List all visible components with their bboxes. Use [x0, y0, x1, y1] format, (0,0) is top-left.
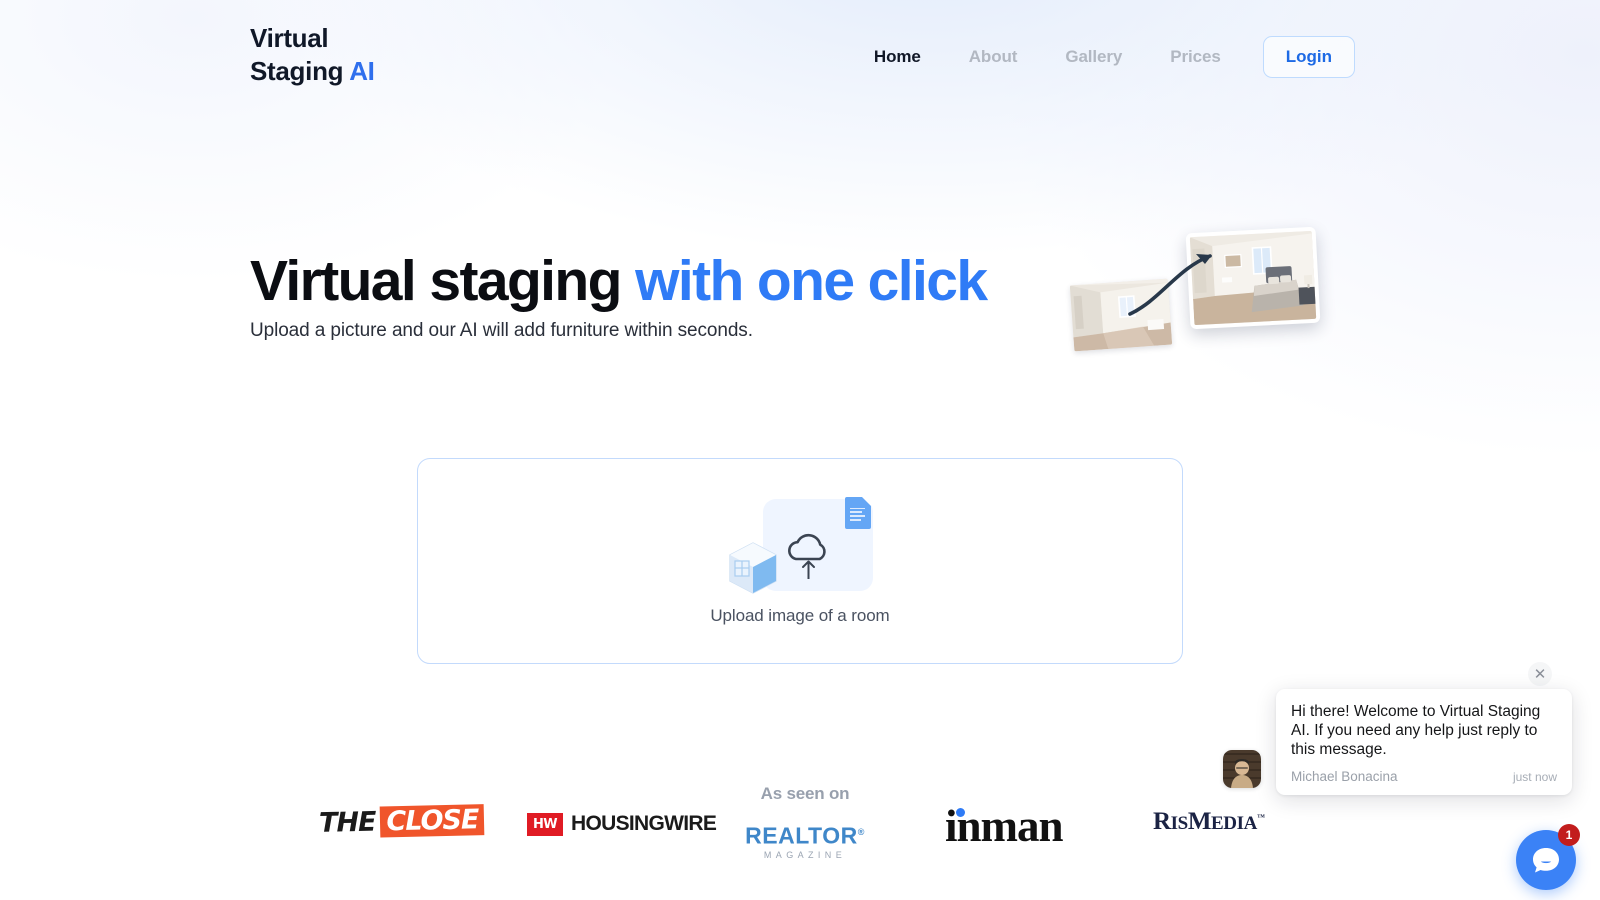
logo-ai-accent: AI	[349, 56, 375, 86]
logo-rismedia: RISMEDIA™	[1153, 808, 1265, 835]
rismedia-trademark: ™	[1256, 812, 1265, 822]
hero-subtitle: Upload a picture and our AI will add fur…	[250, 320, 753, 341]
chat-avatar	[1223, 750, 1261, 788]
nav-item-home[interactable]: Home	[850, 47, 945, 67]
upload-illustration	[729, 496, 873, 602]
logo-housingwire: HW HOUSINGWIRE	[527, 812, 717, 836]
as-seen-on-label: As seen on	[760, 784, 850, 803]
hero-illustration	[1060, 220, 1360, 380]
chat-unread-badge: 1	[1558, 824, 1580, 846]
realtor-magazine-sub: MAGAZINE	[763, 849, 847, 860]
document-icon	[845, 496, 871, 529]
hero-title: Virtual staging with one click	[250, 249, 988, 313]
chat-bubble-icon	[1533, 848, 1559, 873]
housingwire-badge: HW	[527, 812, 564, 836]
upload-label: Upload image of a room	[710, 605, 890, 625]
site-header: Virtual Staging AI Home About Gallery Pr…	[0, 0, 1600, 112]
nav-item-gallery[interactable]: Gallery	[1041, 47, 1146, 67]
site-logo[interactable]: Virtual Staging AI	[250, 22, 375, 88]
chat-timestamp: just now	[1512, 770, 1557, 784]
chat-close-icon[interactable]: ✕	[1528, 662, 1552, 686]
room-cube-icon	[729, 541, 777, 594]
realtor-word: REALTOR®	[745, 822, 865, 849]
page-root: Virtual Staging AI Home About Gallery Pr…	[0, 0, 1600, 900]
as-seen-on-group: As seen on REALTOR® MAGAZINE	[745, 784, 865, 860]
logo-inman: inman	[945, 800, 1064, 852]
realtor-trademark: ®	[857, 827, 865, 837]
chat-author: Michael Bonacina	[1291, 769, 1398, 784]
nav-item-prices[interactable]: Prices	[1146, 47, 1244, 67]
login-button[interactable]: Login	[1262, 36, 1355, 78]
chat-message-card[interactable]: Hi there! Welcome to Virtual Staging AI.…	[1276, 689, 1572, 795]
nav-item-about[interactable]: About	[945, 47, 1042, 67]
the-close-word2: CLOSE	[380, 804, 485, 838]
housingwire-word: HOUSINGWIRE	[571, 812, 717, 835]
main-nav: Home About Gallery Prices Login	[850, 36, 1355, 78]
curved-arrow-icon	[1128, 254, 1212, 316]
inman-dot-icon	[956, 808, 965, 817]
hero-title-plain: Virtual staging	[250, 249, 636, 313]
chat-message-text: Hi there! Welcome to Virtual Staging AI.…	[1291, 703, 1541, 758]
upload-dropzone[interactable]: Upload image of a room	[417, 458, 1183, 664]
logo-the-close: THE CLOSE	[319, 804, 485, 839]
hero-title-accent: with one click	[635, 249, 988, 313]
cloud-upload-icon	[788, 533, 826, 579]
the-close-word1: THE	[318, 806, 376, 839]
logo-realtor-magazine: REALTOR® MAGAZINE	[745, 821, 865, 860]
document-lines	[850, 507, 865, 524]
logo-line-1: Virtual	[250, 23, 329, 53]
logo-line-2: Staging AI	[250, 56, 375, 86]
chat-message-meta: Michael Bonacina just now	[1291, 769, 1557, 784]
